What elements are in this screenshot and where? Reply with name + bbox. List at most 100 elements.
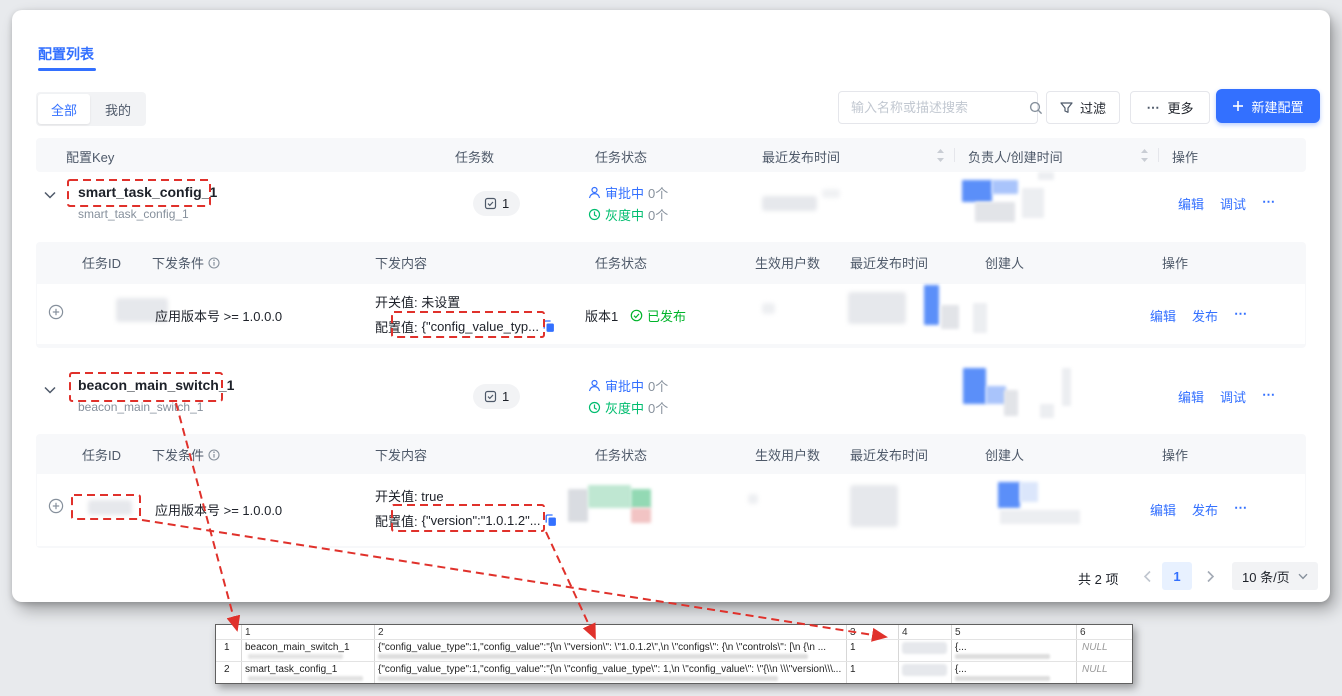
- edit-link[interactable]: 编辑: [1178, 387, 1204, 406]
- db-col-header: 3: [850, 627, 856, 638]
- circle-plus-icon[interactable]: [48, 304, 64, 320]
- subcol-creator: 创建人: [985, 445, 1024, 464]
- more-actions-link[interactable]: ⋯: [1262, 194, 1276, 213]
- page-size-value: 10 条/页: [1242, 567, 1290, 586]
- redacted-status-mosaic: [564, 480, 659, 526]
- sort-icon[interactable]: [936, 149, 945, 162]
- subcol-actions: 操作: [1162, 445, 1188, 464]
- redacted-users: [748, 494, 758, 504]
- edit-link[interactable]: 编辑: [1178, 194, 1204, 213]
- db-row-number: 1: [224, 642, 230, 653]
- copy-icon[interactable]: [543, 320, 555, 333]
- config-key[interactable]: smart_task_config_1: [78, 184, 217, 200]
- chevron-down-icon[interactable]: [44, 386, 56, 394]
- segment-mine[interactable]: 我的: [92, 94, 144, 124]
- user-icon: [588, 379, 601, 392]
- subcol-users: 生效用户数: [755, 253, 820, 272]
- clock-icon: [588, 401, 601, 414]
- status-graying-label: 灰度中: [605, 398, 644, 417]
- subcol-publish-time: 最近发布时间: [850, 445, 928, 464]
- status-graying-count: 0个: [648, 205, 668, 224]
- segment-all[interactable]: 全部: [38, 94, 90, 124]
- switch-value-text: 开关值: 未设置: [375, 292, 460, 311]
- search-icon[interactable]: [1029, 101, 1043, 115]
- clock-icon: [588, 208, 601, 221]
- sub-row-actions: 编辑 发布 ⋯: [1150, 500, 1248, 519]
- avatar: [958, 364, 1078, 420]
- prev-icon[interactable]: [1143, 570, 1152, 583]
- db-cell-json: {"config_value_type":1,"config_value":"{…: [378, 664, 843, 675]
- more-button[interactable]: ⋯ 更多: [1130, 91, 1210, 124]
- avatar: [958, 170, 1068, 224]
- check-circle-icon: [630, 309, 643, 322]
- db-cell-null: NULL: [1082, 664, 1108, 675]
- main-table-header: [36, 138, 1306, 172]
- ellipsis-icon: ⋯: [1146, 100, 1160, 116]
- funnel-icon: [1060, 101, 1073, 114]
- config-key[interactable]: beacon_main_switch_1: [78, 377, 234, 393]
- sort-icon[interactable]: [1140, 149, 1149, 162]
- switch-value-text: 开关值: true: [375, 486, 444, 505]
- more-actions-link[interactable]: ⋯: [1234, 500, 1248, 519]
- subcol-task-id: 任务ID: [82, 253, 121, 272]
- version-text: 版本1: [585, 306, 618, 325]
- status-approving-count: 0个: [648, 376, 668, 395]
- active-tab-underline: [38, 68, 96, 71]
- info-icon[interactable]: [208, 449, 220, 461]
- clipboard-check-icon: [484, 390, 497, 403]
- more-actions-link[interactable]: ⋯: [1262, 387, 1276, 406]
- filter-label: 过滤: [1080, 98, 1106, 117]
- more-actions-link[interactable]: ⋯: [1234, 306, 1248, 325]
- filter-button[interactable]: 过滤: [1046, 91, 1120, 124]
- col-task-count: 任务数: [455, 147, 494, 166]
- status-approving-count: 0个: [648, 183, 668, 202]
- condition-text: 应用版本号 >= 1.0.0.0: [155, 500, 282, 519]
- publish-link[interactable]: 发布: [1192, 500, 1218, 519]
- row-actions: 编辑 调试 ⋯: [1178, 387, 1276, 406]
- search-input[interactable]: [849, 99, 1029, 116]
- db-cell-null: NULL: [1082, 642, 1108, 653]
- debug-link[interactable]: 调试: [1220, 194, 1246, 213]
- edit-link[interactable]: 编辑: [1150, 306, 1176, 325]
- col-owner: 负责人/创建时间: [968, 147, 1063, 166]
- page-size-select[interactable]: 10 条/页: [1232, 562, 1318, 590]
- publish-link[interactable]: 发布: [1192, 306, 1218, 325]
- subcol-content: 下发内容: [375, 253, 427, 272]
- condition-text: 应用版本号 >= 1.0.0.0: [155, 306, 282, 325]
- subcol-creator: 创建人: [985, 253, 1024, 272]
- redacted-publish-time: [762, 196, 817, 211]
- config-value-text: {"config_value_typ...: [422, 319, 539, 334]
- config-subkey: smart_task_config_1: [78, 207, 189, 221]
- subcol-actions: 操作: [1162, 253, 1188, 272]
- config-value-text: {"version":"1.0.1.2"...: [422, 513, 541, 528]
- sub-row-actions: 编辑 发布 ⋯: [1150, 306, 1248, 325]
- redacted-publish-time: [850, 485, 898, 527]
- edit-link[interactable]: 编辑: [1150, 500, 1176, 519]
- chevron-down-icon[interactable]: [44, 191, 56, 199]
- scope-segmented-control: 全部 我的: [36, 92, 146, 126]
- redacted-text: [822, 189, 840, 198]
- copy-icon[interactable]: [545, 514, 557, 527]
- db-row-number: 2: [224, 664, 230, 675]
- debug-link[interactable]: 调试: [1220, 387, 1246, 406]
- subcol-users: 生效用户数: [755, 445, 820, 464]
- circle-plus-icon[interactable]: [48, 498, 64, 514]
- page-title: 配置列表: [38, 44, 94, 64]
- avatar: [994, 478, 1089, 530]
- col-actions: 操作: [1172, 147, 1198, 166]
- create-config-button[interactable]: 新建配置: [1216, 89, 1320, 123]
- config-value-label: 配置值:: [375, 511, 418, 530]
- task-count-badge: 1: [473, 384, 520, 409]
- task-count: 1: [502, 389, 509, 404]
- status-graying: 灰度中 0个: [588, 205, 668, 224]
- db-col-header: 6: [1080, 627, 1086, 638]
- col-publish-time: 最近发布时间: [762, 147, 840, 166]
- status-approving-label: 审批中: [605, 183, 644, 202]
- header-divider: [954, 148, 955, 162]
- info-icon[interactable]: [208, 257, 220, 269]
- page-number[interactable]: 1: [1162, 562, 1192, 590]
- subcol-condition-label: 下发条件: [152, 253, 204, 272]
- db-col-header: 2: [378, 627, 384, 638]
- next-icon[interactable]: [1206, 570, 1215, 583]
- redacted-task-id: [88, 500, 132, 515]
